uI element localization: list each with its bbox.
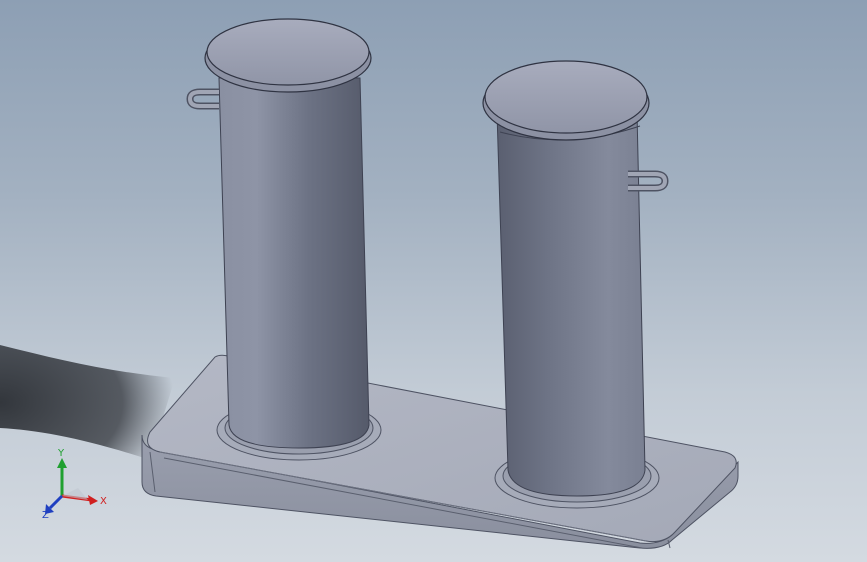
right-bollard[interactable] <box>482 60 669 497</box>
model-scene[interactable] <box>0 0 867 562</box>
triad-y-label: Y <box>57 448 65 459</box>
triad-y-axis <box>57 458 67 496</box>
triad-x-label: X <box>100 496 107 507</box>
reference-triad: Y X Z <box>42 448 107 518</box>
graphics-viewport[interactable]: Y X Z <box>0 0 867 562</box>
triad-z-label: Z <box>42 510 49 518</box>
